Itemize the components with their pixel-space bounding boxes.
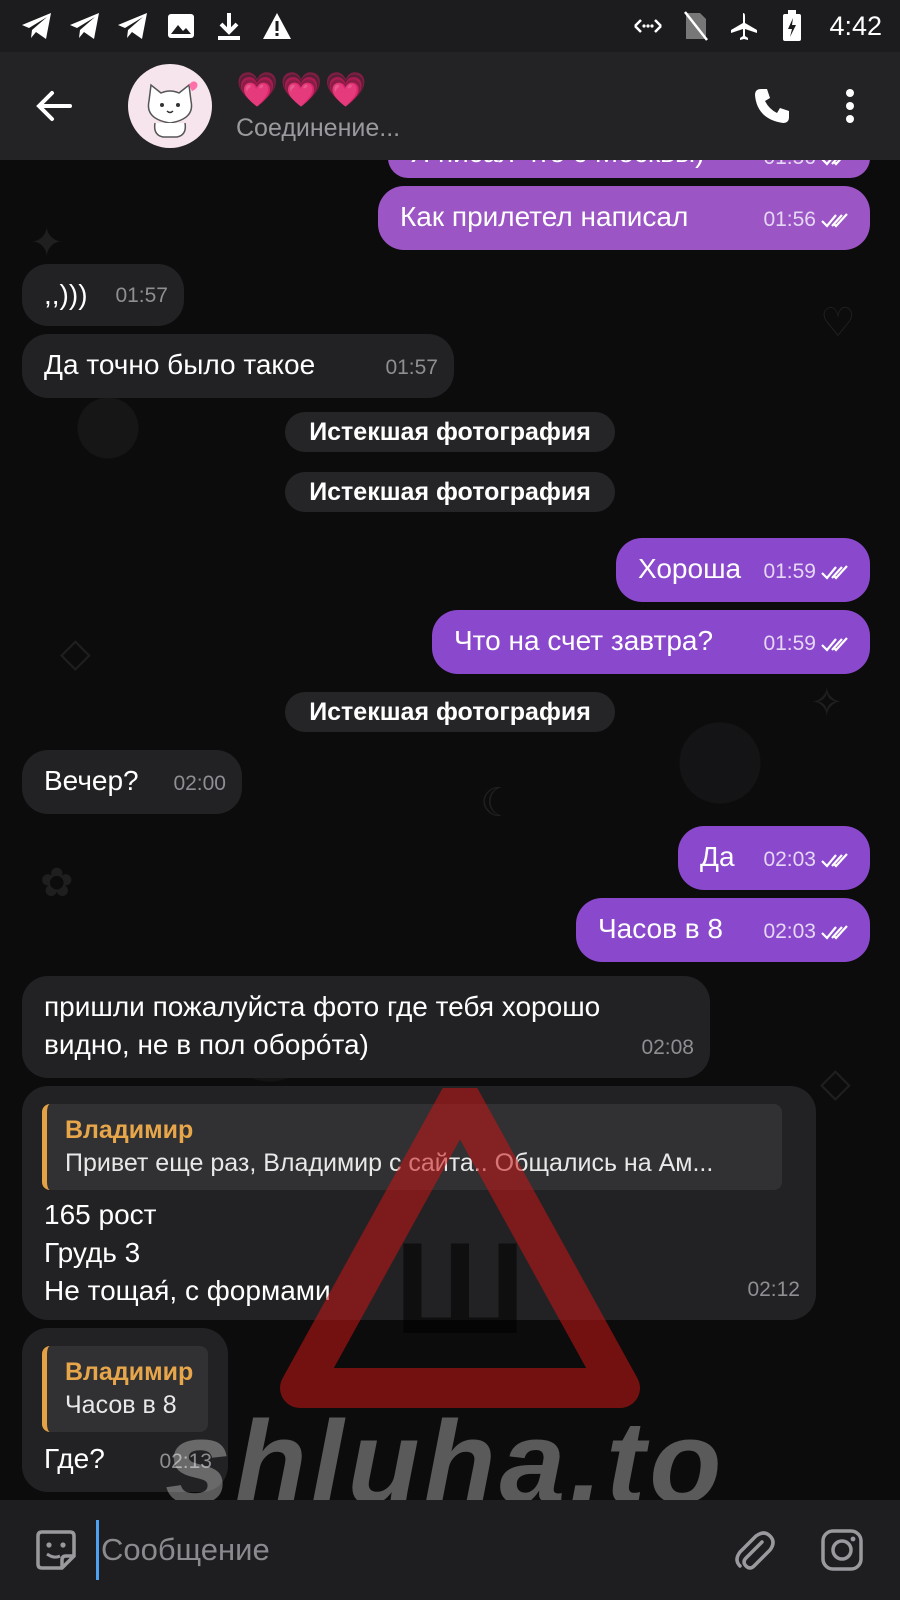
message-bubble-outgoing[interactable]: Часов в 8 02:03 [576, 898, 870, 962]
telegram-icon [68, 9, 102, 43]
system-icons: 4:42 [631, 9, 882, 43]
message-time: 02:03 [763, 920, 816, 943]
message-time: 01:56 [763, 160, 816, 176]
message-text: Как прилетел написал [400, 201, 689, 232]
message-time: 02:08 [641, 1036, 694, 1059]
chat-title[interactable]: 💗💗💗 [236, 70, 744, 110]
message-bubble-incoming[interactable]: Владимир Привет еще раз, Владимир с сайт… [22, 1086, 816, 1320]
telegram-icon [116, 9, 150, 43]
message-bubble-outgoing[interactable]: Да 02:03 [678, 826, 870, 890]
message-bubble-outgoing[interactable]: Что на счет завтра? 01:59 [432, 610, 870, 674]
clock: 4:42 [829, 10, 882, 41]
message-time: 02:00 [173, 772, 226, 795]
reply-preview[interactable]: Владимир Привет еще раз, Владимир с сайт… [42, 1104, 782, 1190]
double-check-icon [821, 852, 848, 868]
star-doodle-icon: ✧ [810, 681, 844, 725]
message-time: 01:59 [763, 632, 816, 655]
cat-avatar-icon [147, 81, 198, 138]
message-bubble-outgoing[interactable]: Я писал что с Москвы) 01:56 [388, 160, 870, 178]
message-text-line: видно, не в пол оборо́та) [44, 1029, 369, 1060]
composer [0, 1500, 900, 1600]
back-button[interactable] [24, 76, 84, 136]
notification-icons [20, 9, 294, 43]
diamond-doodle-icon: ◇ [60, 631, 91, 675]
message-time: 01:56 [763, 208, 816, 231]
diamond-doodle-icon: ◇ [820, 1061, 851, 1105]
service-message[interactable]: Истекшая фотография [285, 692, 615, 732]
phone-icon [755, 89, 789, 123]
message-bubble-incoming[interactable]: ,,))) 01:57 [22, 264, 184, 326]
message-text: Где? [44, 1443, 105, 1474]
status-bar: 4:42 [0, 0, 900, 52]
message-bubble-incoming[interactable]: пришли пожалуйста фото где тебя хорошо в… [22, 976, 710, 1078]
download-icon [212, 9, 246, 43]
reply-text: Привет еще раз, Владимир с сайта.. Общал… [65, 1149, 714, 1177]
message-text: Да точно было такое [44, 349, 316, 380]
warning-icon [260, 9, 294, 43]
back-arrow-icon [36, 91, 72, 121]
heart-doodle-icon: ♡ [820, 301, 856, 345]
message-text: ,,))) [44, 279, 88, 310]
message-bubble-incoming[interactable]: Да точно было такое 01:57 [22, 334, 454, 398]
star-doodle-icon: ✦ [30, 221, 64, 265]
double-check-icon [821, 924, 848, 940]
more-button[interactable] [822, 78, 878, 134]
camera-icon [821, 1529, 863, 1571]
message-time: 01:57 [385, 356, 438, 379]
reply-author: Владимир [65, 1116, 194, 1144]
more-vert-icon [846, 89, 854, 123]
attach-icon [735, 1531, 775, 1570]
message-bubble-incoming[interactable]: Вечер? 02:00 [22, 750, 242, 814]
message-time: 02:03 [763, 848, 816, 871]
emoji-icon [36, 1530, 76, 1570]
double-check-icon [821, 212, 848, 228]
double-check-icon [821, 564, 848, 580]
message-input[interactable] [96, 1520, 724, 1580]
camera-button[interactable] [812, 1520, 872, 1580]
message-bubble-outgoing[interactable]: Хороша 01:59 [616, 538, 870, 602]
chat-header: 💗💗💗 Соединение... [0, 52, 900, 160]
airplane-icon [727, 9, 761, 43]
moon-doodle-icon: ☾ [480, 781, 516, 825]
message-text: Вечер? [44, 765, 139, 796]
message-text-line: пришли пожалуйста фото где тебя хорошо [44, 991, 601, 1022]
service-message[interactable]: Истекшая фотография [285, 412, 615, 452]
message-text: Я писал что с Москвы) [410, 160, 705, 171]
double-check-icon [821, 636, 848, 652]
message-text: Часов в 8 [598, 913, 724, 944]
service-message[interactable]: Истекшая фотография [285, 472, 615, 512]
message-time: 01:59 [763, 560, 816, 583]
attach-button[interactable] [724, 1520, 784, 1580]
call-button[interactable] [744, 78, 800, 134]
message-text: Что на счет завтра? [454, 625, 714, 656]
message-text-line: Не тощая́, с формами [44, 1275, 331, 1306]
connection-status: Соединение... [236, 113, 401, 142]
data-saver-icon [631, 9, 665, 43]
message-time: 01:57 [115, 284, 168, 307]
telegram-icon [20, 9, 54, 43]
no-sim-icon [679, 9, 713, 43]
message-bubble-outgoing[interactable]: Как прилетел написал 01:56 [378, 186, 870, 250]
flower-doodle-icon: ✿ [40, 861, 74, 905]
double-check-icon [821, 160, 841, 166]
reply-author: Владимир [65, 1358, 194, 1386]
message-text-line: 165 рост [44, 1199, 157, 1230]
message-time: 02:12 [747, 1278, 800, 1301]
message-list[interactable]: ✦ ♡ ◇ ✧ ✿ ☾ ◇ ✦ Я писал что с Москвы) 01… [0, 160, 900, 1500]
image-icon [164, 9, 198, 43]
message-text: Хороша [638, 553, 742, 584]
battery-icon [775, 9, 809, 43]
emoji-button[interactable] [26, 1520, 86, 1580]
message-text: Да [700, 841, 735, 872]
avatar[interactable] [128, 64, 212, 148]
message-text-line: Грудь 3 [44, 1237, 141, 1268]
